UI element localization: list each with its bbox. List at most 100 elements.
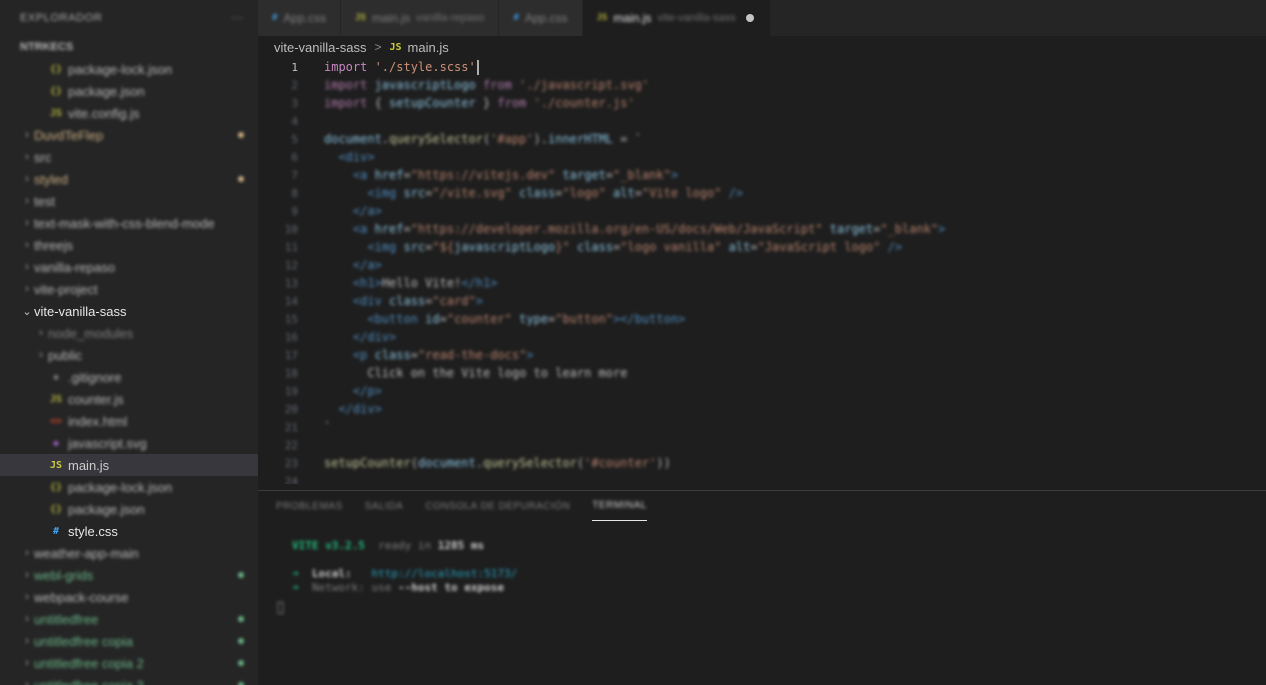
tree-item[interactable]: {} package.json xyxy=(0,498,258,520)
panel-tab[interactable]: SALIDA xyxy=(365,491,404,521)
tree-item[interactable]: › vanilla-repaso xyxy=(0,256,258,278)
chevron-right-icon: › xyxy=(25,151,29,163)
code-token: id xyxy=(425,312,440,326)
terminal[interactable]: VITE v3.2.5 ready in 1285 ms ➜ Local: ht… xyxy=(258,521,1266,595)
terminal-local-label: Local: xyxy=(311,567,352,580)
code-token: './javascript.svg' xyxy=(519,78,650,92)
git-status-dot-icon xyxy=(238,616,244,622)
code-line: 11 <img src="${javascriptLogo}" class="l… xyxy=(258,238,1266,256)
code-token: "Vite logo" xyxy=(641,186,729,200)
tree-item[interactable]: › test xyxy=(0,190,258,212)
tree-item[interactable]: › webpack-course xyxy=(0,586,258,608)
editor-tab[interactable]: JS main.js vanilla-repaso xyxy=(341,0,500,36)
code-token: from xyxy=(482,78,520,92)
code-line: 16 </div> xyxy=(258,328,1266,346)
tree-item[interactable]: › node_modules xyxy=(0,322,258,344)
panel-tab[interactable]: PROBLEMAS xyxy=(276,491,343,521)
unsaved-dot-icon[interactable] xyxy=(745,14,754,22)
panel-tab-label: CONSOLA DE DEPURACIÓN xyxy=(425,500,571,512)
code-editor[interactable]: 1 import './style.scss' 2 import javascript… xyxy=(258,58,1266,484)
code-token: document xyxy=(417,456,476,470)
code-token: class xyxy=(389,294,426,308)
code-token: }" xyxy=(555,240,577,254)
code-content: <h1>Hello Vite!</h1> xyxy=(324,276,498,290)
chevron-right-icon: › xyxy=(25,129,29,141)
panel-tab[interactable]: TERMINAL xyxy=(592,491,647,521)
more-actions-icon[interactable]: ··· xyxy=(231,12,244,24)
tree-item[interactable]: JS counter.js xyxy=(0,388,258,410)
code-token: setupCounter xyxy=(389,96,483,110)
tree-item[interactable]: JS vite.config.js xyxy=(0,102,258,124)
tree-item-label: test xyxy=(34,193,55,209)
explorer-header: EXPLORADOR ··· xyxy=(0,0,258,36)
chevron-right-icon: › xyxy=(39,349,43,361)
tree-item[interactable]: › styled xyxy=(0,168,258,190)
tree-item[interactable]: {} package.json xyxy=(0,80,258,102)
terminal-local-url[interactable]: http://localhost:5173/ xyxy=(372,567,518,580)
tree-item-label: DuvdTeFlep xyxy=(34,127,104,143)
tree-item[interactable]: ◆ .gitignore xyxy=(0,366,258,388)
tree-item[interactable]: <> index.html xyxy=(0,410,258,432)
tree-item[interactable]: › untitledfree xyxy=(0,608,258,630)
tree-item[interactable]: › webl-grids xyxy=(0,564,258,586)
tree-item[interactable]: › untitledfree copia xyxy=(0,630,258,652)
code-token: = ` xyxy=(620,132,642,146)
tree-item[interactable]: › untitledfree copia 3 xyxy=(0,674,258,685)
tree-item[interactable]: ◆ javascript.svg xyxy=(0,432,258,454)
line-number: 6 xyxy=(291,150,298,164)
code-token: <img xyxy=(367,240,404,254)
code-token: </div> xyxy=(338,402,382,416)
code-token: javascriptLogo xyxy=(454,240,556,254)
code-line: 2 import javascriptLogo from './javascrip… xyxy=(258,76,1266,94)
tree-item[interactable]: › DuvdTeFlep xyxy=(0,124,258,146)
tree-item[interactable]: {} package-lock.json xyxy=(0,58,258,80)
tree-item[interactable]: › vite-project xyxy=(0,278,258,300)
text-cursor xyxy=(476,59,479,75)
line-number: 2 xyxy=(291,78,298,92)
tree-item[interactable]: # style.css xyxy=(0,520,258,542)
tree-item[interactable]: {} package-lock.json xyxy=(0,476,258,498)
chevron-right-icon: › xyxy=(25,569,29,581)
code-token: = xyxy=(403,168,411,182)
git-status-dot-icon xyxy=(238,176,244,182)
chevron-right-icon: › xyxy=(25,261,29,273)
line-number: 12 xyxy=(284,258,298,272)
workspace-root[interactable]: NTRKECS xyxy=(0,36,258,58)
code-token: > xyxy=(938,222,946,236)
chevron-right-icon: › xyxy=(25,217,29,229)
tree-item[interactable]: › text-mask-with-css-blend-mode xyxy=(0,212,258,234)
code-token: querySelector xyxy=(389,132,483,146)
line-number: 21 xyxy=(284,420,298,434)
chevron-right-icon: > xyxy=(374,40,382,54)
code-line: 18 Click on the Vite logo to learn more xyxy=(258,364,1266,382)
tree-item[interactable]: › src xyxy=(0,146,258,168)
editor-tab[interactable]: # App.css xyxy=(258,0,342,36)
breadcrumb-file[interactable]: main.js xyxy=(408,40,449,55)
tree-item[interactable]: › untitledfree copia 2 xyxy=(0,652,258,674)
tree-item[interactable]: JS main.js xyxy=(0,454,258,476)
editor-tab[interactable]: # App.css xyxy=(499,0,583,36)
breadcrumb-folder[interactable]: vite-vanilla-sass xyxy=(274,40,366,55)
code-content: Click on the Vite logo to learn more xyxy=(324,366,627,380)
code-content: </p> xyxy=(324,384,382,398)
tree-item[interactable]: › threejs xyxy=(0,234,258,256)
code-token: . xyxy=(475,456,483,470)
code-token: document xyxy=(324,132,382,146)
tree-item[interactable]: › weather-app-main xyxy=(0,542,258,564)
editor-tab[interactable]: JS main.js vite-vanilla-sass xyxy=(582,0,771,36)
code-token: = xyxy=(634,186,642,200)
code-token: "JavaScript logo" xyxy=(757,240,888,254)
tree-item[interactable]: ⌄ vite-vanilla-sass xyxy=(0,300,258,322)
code-content: import javascriptLogo from './javascript… xyxy=(324,78,649,92)
code-token: "https://developer.mozilla.org/en-US/doc… xyxy=(410,222,830,236)
panel-tab[interactable]: CONSOLA DE DEPURACIÓN xyxy=(425,491,570,521)
css-file-icon: # xyxy=(52,525,60,537)
code-token: <img xyxy=(367,186,404,200)
tree-item-label: style.css xyxy=(68,523,118,539)
tree-item[interactable]: › public xyxy=(0,344,258,366)
line-number: 1 xyxy=(291,60,298,74)
